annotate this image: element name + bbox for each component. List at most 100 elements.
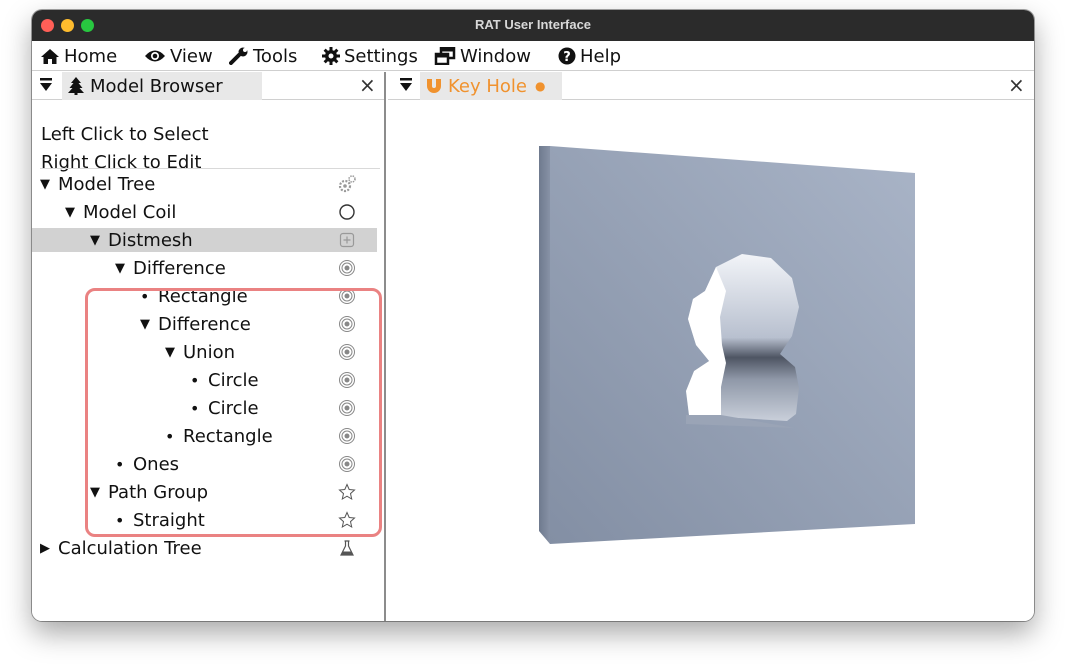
menu-help[interactable]: ? Help: [558, 45, 621, 67]
menu-view-label: View: [170, 45, 213, 67]
tree-row[interactable]: • Circle: [32, 396, 377, 420]
magnet-icon: [427, 79, 441, 93]
menu-home-label: Home: [64, 45, 118, 67]
tree-row-content: ▼ Model Coil: [65, 200, 176, 224]
expand-arrow-icon[interactable]: ▼: [65, 205, 83, 220]
app-window: RAT User Interface Home View Tools Setti…: [32, 10, 1034, 621]
tree-row-content: ▼ Union: [165, 340, 235, 364]
tree-row[interactable]: • Rectangle: [32, 284, 377, 308]
tree-row-label: Difference: [158, 313, 251, 335]
expand-arrow-icon[interactable]: ▼: [140, 317, 158, 332]
menu-help-label: Help: [580, 45, 622, 67]
expand-arrow-icon[interactable]: ▼: [165, 345, 183, 360]
hint-left-click: Left Click to Select: [41, 124, 209, 145]
bullseye-icon[interactable]: [338, 371, 356, 389]
menu-tools-label: Tools: [253, 45, 298, 67]
tab-model-browser[interactable]: Model Browser: [62, 72, 262, 100]
gear-icon: [322, 47, 340, 65]
tree-row[interactable]: ▶ Calculation Tree: [32, 536, 377, 560]
bullseye-icon[interactable]: [338, 287, 356, 305]
tab-key-hole[interactable]: Key Hole ●: [420, 72, 562, 100]
close-viewer-icon[interactable]: ×: [1008, 75, 1025, 95]
bullseye-icon[interactable]: [338, 315, 356, 333]
expand-arrow-icon[interactable]: ▼: [40, 177, 58, 192]
tree-row-content: • Circle: [190, 396, 259, 420]
bullseye-icon[interactable]: [338, 399, 356, 417]
bullet-icon: •: [140, 286, 150, 306]
menu-view[interactable]: View: [144, 45, 213, 67]
tree-row[interactable]: ▼ Path Group: [32, 480, 377, 504]
expand-arrow-icon[interactable]: ▼: [90, 485, 108, 500]
expand-arrow-icon[interactable]: ▼: [115, 261, 133, 276]
tree-row-label: Path Group: [108, 481, 209, 503]
bullseye-icon[interactable]: [338, 427, 356, 445]
question-circle-icon: ?: [558, 47, 576, 65]
bullseye-icon[interactable]: [338, 343, 356, 361]
tree-row[interactable]: ▼ Difference: [32, 312, 377, 336]
tree-row-content: ▼ Distmesh: [90, 228, 193, 252]
tab-key-hole-label: Key Hole: [448, 75, 527, 97]
bullet-icon: •: [190, 370, 200, 390]
collapse-arrow-icon[interactable]: ▶: [40, 541, 58, 556]
wrench-icon: [229, 47, 248, 65]
tree-row-label: Model Coil: [83, 201, 177, 223]
home-icon: [41, 48, 59, 64]
eye-icon: [145, 50, 165, 62]
tree-row[interactable]: • Circle: [32, 368, 377, 392]
gears-icon[interactable]: [338, 175, 356, 193]
tree-row-content: ▼ Model Tree: [40, 172, 155, 196]
bullseye-icon[interactable]: [338, 455, 356, 473]
menu-settings-label: Settings: [344, 45, 418, 67]
viewer-panel-menu-icon[interactable]: [400, 77, 412, 93]
tree-icon: [68, 77, 84, 95]
hint-right-click: Right Click to Edit: [41, 152, 202, 173]
menu-bar: Home View Tools Settings Window ? Help: [32, 41, 1034, 71]
tree-row-content: ▼ Difference: [140, 312, 251, 336]
tree-row-label: Calculation Tree: [58, 537, 202, 559]
bullet-icon: •: [115, 510, 125, 530]
tree-row[interactable]: ▼ Distmesh: [32, 228, 377, 252]
window-title: RAT User Interface: [474, 17, 592, 32]
tree-row-content: ▼ Path Group: [90, 480, 208, 504]
tree-row-label: Rectangle: [158, 285, 248, 307]
block-side-face: [539, 146, 550, 544]
unsaved-indicator: ●: [534, 79, 546, 93]
tree-row-content: ▶ Calculation Tree: [40, 536, 202, 560]
menu-tools[interactable]: Tools: [229, 45, 297, 67]
tree-row-content: • Ones: [115, 452, 179, 476]
tree-row[interactable]: • Ones: [32, 452, 377, 476]
title-bar: RAT User Interface: [32, 10, 1034, 41]
circle-outline-icon[interactable]: [338, 203, 356, 221]
tree-row[interactable]: • Rectangle: [32, 424, 377, 448]
tree-row[interactable]: • Straight: [32, 508, 377, 532]
close-model-browser-icon[interactable]: ×: [359, 75, 376, 95]
tree-row-label: Union: [183, 341, 236, 363]
tab-model-browser-label: Model Browser: [90, 75, 223, 97]
tree-row[interactable]: ▼ Model Coil: [32, 200, 377, 224]
tree-row-content: • Rectangle: [165, 424, 273, 448]
tree-row[interactable]: ▼ Model Tree: [32, 172, 377, 196]
panel-menu-icon[interactable]: [40, 77, 52, 93]
menu-settings[interactable]: Settings: [322, 45, 418, 67]
menu-window-label: Window: [460, 45, 531, 67]
bullet-icon: •: [190, 398, 200, 418]
bullseye-icon[interactable]: [338, 259, 356, 277]
flask-icon[interactable]: [338, 539, 356, 557]
viewer-tabbar: Key Hole ● ×: [388, 72, 1034, 100]
star-outline-icon[interactable]: [338, 483, 356, 501]
tree-row-label: Ones: [133, 453, 180, 475]
tree-row-label: Difference: [133, 257, 226, 279]
tree-row-content: • Rectangle: [140, 284, 248, 308]
star-outline-icon[interactable]: [338, 511, 356, 529]
viewer-panel: Key Hole ● ×: [388, 72, 1034, 621]
menu-home[interactable]: Home: [40, 45, 117, 67]
tree-row-content: • Straight: [115, 508, 205, 532]
tree-row-label: Distmesh: [108, 229, 193, 251]
expand-arrow-icon[interactable]: ▼: [90, 233, 108, 248]
tree-row[interactable]: ▼ Difference: [32, 256, 377, 280]
svg-text:?: ?: [563, 50, 571, 65]
menu-window[interactable]: Window: [434, 45, 531, 67]
3d-viewport[interactable]: [388, 101, 1034, 621]
plus-square-icon[interactable]: [338, 231, 356, 249]
tree-row[interactable]: ▼ Union: [32, 340, 377, 364]
